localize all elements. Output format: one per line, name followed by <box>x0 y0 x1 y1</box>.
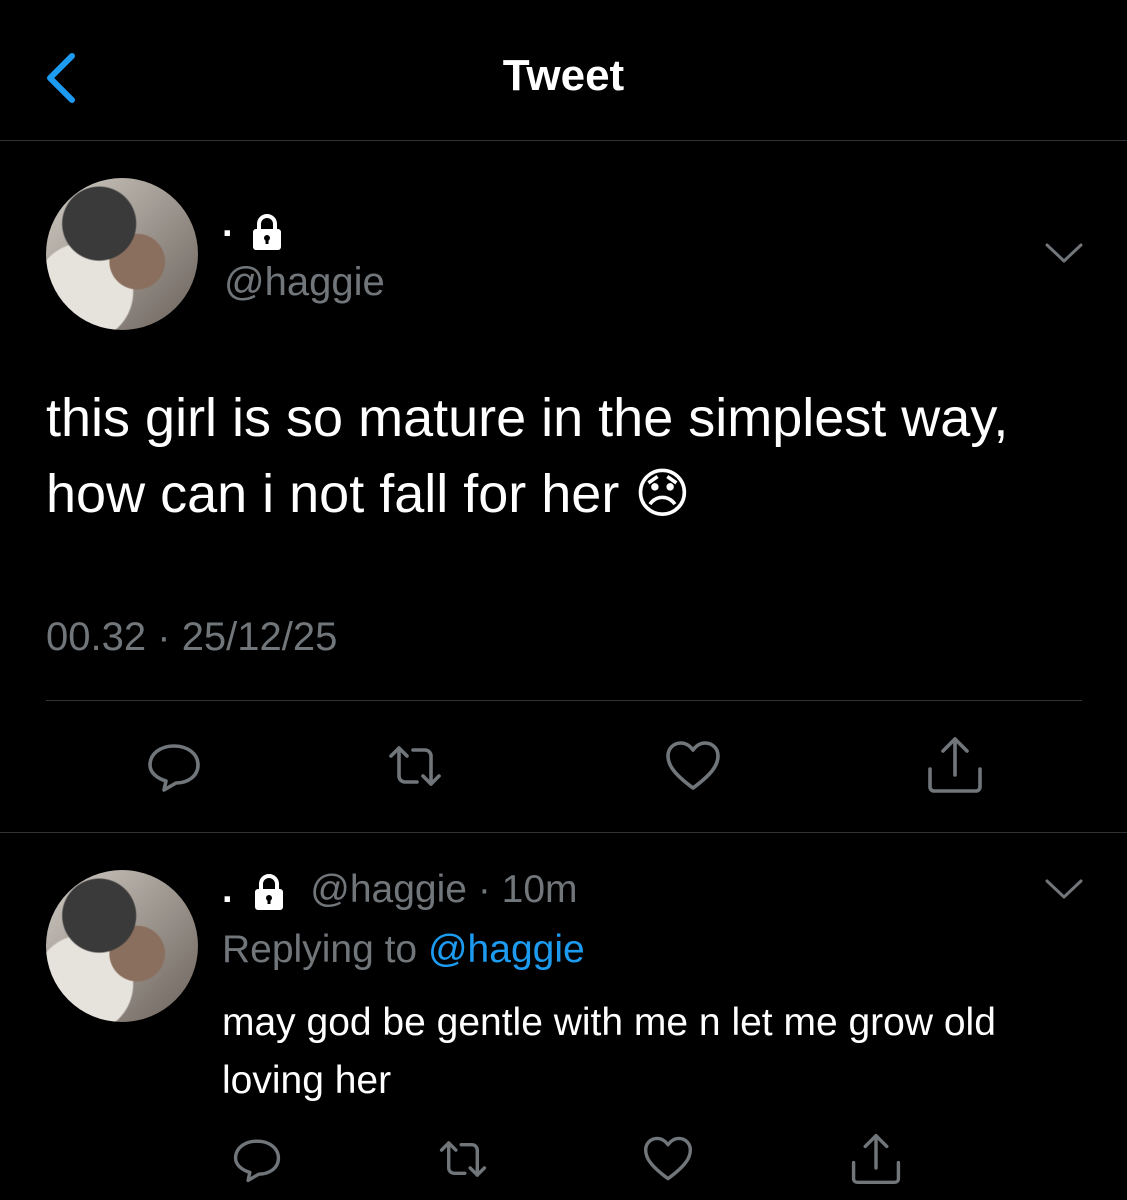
reply-avatar[interactable] <box>46 870 198 1022</box>
reply-retweet-button[interactable] <box>436 1134 490 1184</box>
replying-to-handle-link[interactable]: @haggie <box>428 928 585 971</box>
replying-to-label: Replying to <box>222 928 418 971</box>
avatar[interactable] <box>46 178 198 330</box>
reply-age: 10m <box>501 868 578 911</box>
share-icon <box>928 737 982 793</box>
like-icon <box>666 741 720 790</box>
tweet-text: this girl is so mature in the simplest w… <box>46 388 1009 524</box>
author-handle[interactable]: @haggie <box>224 258 385 306</box>
divider <box>46 700 1082 701</box>
reply-separator: · <box>477 868 491 911</box>
tweet-options-button[interactable] <box>1044 242 1084 264</box>
retweet-icon <box>439 1141 487 1177</box>
tweet-date: 25/12/25 <box>181 615 338 659</box>
author-name-row[interactable]: . <box>222 204 287 252</box>
reply-icon <box>233 1139 281 1183</box>
reply-options-button[interactable] <box>1044 878 1084 900</box>
like-icon <box>643 1136 693 1181</box>
reply-like-button[interactable] <box>642 1134 694 1184</box>
reply-header[interactable]: . @haggie · 10m <box>222 868 578 912</box>
lock-icon <box>255 873 284 910</box>
like-button[interactable] <box>664 738 722 794</box>
meta-separator: · <box>157 615 171 659</box>
reply-icon <box>148 744 200 792</box>
display-name: . <box>222 203 233 245</box>
share-button[interactable] <box>926 735 984 795</box>
reply-handle: @haggie <box>310 868 467 911</box>
reply-share-button[interactable] <box>850 1132 902 1186</box>
replying-to-line: Replying to @haggie <box>222 926 585 974</box>
reply-reply-button[interactable] <box>232 1134 282 1184</box>
reply-text: may god be gentle with me n let me grow … <box>222 1001 996 1102</box>
divider <box>0 832 1127 833</box>
tweet-time: 00.32 <box>46 615 147 659</box>
reply-display-name: . <box>222 869 233 911</box>
chevron-down-icon <box>1045 879 1083 899</box>
chevron-down-icon <box>1045 243 1083 263</box>
share-icon <box>851 1133 901 1185</box>
tweet-timestamp[interactable]: 00.32 · 25/12/25 <box>46 612 337 662</box>
retweet-icon <box>389 746 441 786</box>
retweet-button[interactable] <box>385 738 445 794</box>
page-title: Tweet <box>502 51 625 100</box>
lock-icon <box>253 213 282 250</box>
reply-button[interactable] <box>146 738 202 794</box>
